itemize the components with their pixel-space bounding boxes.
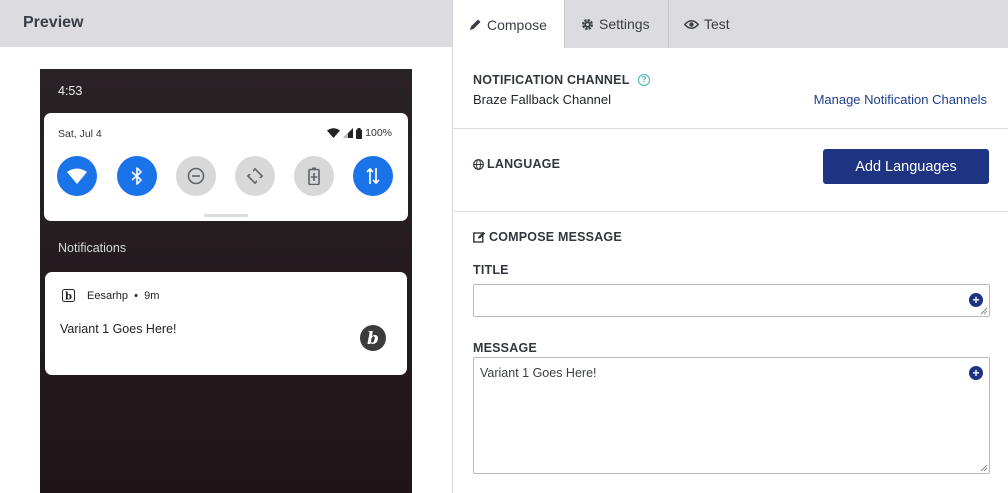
notification-large-icon: b [360, 325, 386, 351]
manage-notification-channels-link[interactable]: Manage Notification Channels [814, 92, 987, 107]
svg-text:b: b [65, 292, 72, 303]
title-label: TITLE [473, 263, 509, 277]
preview-header: Preview [0, 0, 452, 47]
personalization-add-icon[interactable]: + [969, 293, 983, 307]
battery-saver-tile[interactable] [294, 156, 334, 196]
rotate-tile[interactable] [235, 156, 275, 196]
tab-test[interactable]: Test [669, 0, 749, 48]
dnd-tile[interactable] [176, 156, 216, 196]
wifi-icon [67, 168, 87, 184]
tab-bar: Compose Settings Test [453, 0, 1008, 49]
app-name-text: Eesarhp [87, 290, 128, 302]
notification-app-name: Eesarhp • 9m [87, 290, 159, 302]
cell-signal-icon [343, 128, 354, 138]
auto-rotate-icon [246, 167, 264, 185]
notification-channel-label: NOTIFICATION CHANNEL [473, 73, 630, 87]
notification-age: 9m [144, 290, 160, 302]
tab-compose-label: Compose [487, 16, 547, 33]
compose-message-heading: COMPOSE MESSAGE [473, 230, 622, 244]
wifi-tile[interactable] [57, 156, 97, 196]
notification-channel-heading: NOTIFICATION CHANNEL ? [473, 71, 650, 89]
pencil-icon [470, 19, 481, 30]
mobile-data-tile[interactable] [353, 156, 393, 196]
battery-saver-icon [308, 167, 320, 185]
divider [453, 128, 1008, 129]
notification-card[interactable]: b Eesarhp • 9m Variant 1 Goes Here! b [45, 272, 407, 375]
language-heading: LANGUAGE [473, 157, 560, 171]
bluetooth-icon [131, 167, 142, 185]
wifi-signal-icon [327, 128, 341, 138]
notification-text: Variant 1 Goes Here! [60, 322, 177, 336]
divider [453, 211, 1008, 212]
resize-grip-icon[interactable] [979, 306, 988, 315]
edit-icon [473, 231, 486, 243]
compose-message-label: COMPOSE MESSAGE [489, 230, 622, 244]
braze-app-icon: b [62, 289, 75, 302]
tab-test-label: Test [704, 16, 730, 32]
quick-settings-panel: Sat, Jul 4 100% [44, 113, 408, 221]
notifications-label: Notifications [58, 241, 127, 255]
preview-title: Preview [23, 14, 84, 31]
status-icons: 100% [327, 127, 392, 139]
eye-icon [684, 19, 699, 29]
panel-drag-handle[interactable] [204, 214, 248, 217]
preview-pane: Preview 4:53 Sat, Jul 4 100% Notificatio… [0, 0, 452, 493]
bluetooth-tile[interactable] [117, 156, 157, 196]
tab-settings[interactable]: Settings [565, 0, 668, 48]
gear-icon [582, 18, 593, 30]
globe-icon [473, 158, 484, 170]
quick-settings-date: Sat, Jul 4 [58, 128, 102, 140]
battery-icon [356, 127, 363, 139]
message-textarea[interactable]: Variant 1 Goes Here! + [473, 357, 990, 474]
do-not-disturb-icon [187, 167, 205, 185]
message-textarea-value: Variant 1 Goes Here! [480, 366, 597, 380]
title-input[interactable]: + [473, 284, 990, 317]
language-label: LANGUAGE [487, 157, 561, 171]
braze-logo-icon: b [367, 329, 379, 348]
mobile-data-icon [366, 167, 380, 185]
tab-settings-label: Settings [599, 16, 650, 32]
phone-preview: 4:53 Sat, Jul 4 100% Notifications b Ees… [40, 69, 412, 493]
resize-grip-icon[interactable] [979, 463, 988, 472]
phone-time: 4:53 [58, 84, 83, 98]
message-label: MESSAGE [473, 341, 537, 355]
bullet-separator: • [131, 290, 142, 302]
tab-compose[interactable]: Compose [453, 0, 564, 49]
composer-pane: Compose Settings Test NOTIFICATION CHANN… [452, 0, 1008, 493]
help-icon[interactable]: ? [638, 73, 650, 86]
notification-channel-value: Braze Fallback Channel [473, 92, 612, 107]
svg-text:b: b [367, 329, 379, 348]
personalization-add-icon[interactable]: + [969, 366, 983, 380]
battery-percent: 100% [365, 127, 392, 139]
add-languages-button[interactable]: Add Languages [823, 149, 989, 184]
